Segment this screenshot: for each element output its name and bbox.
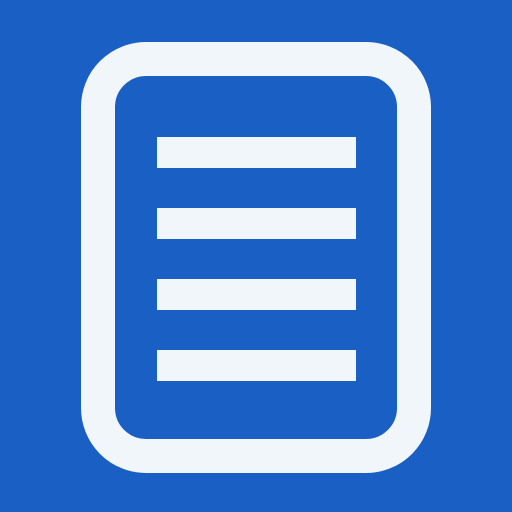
document-line <box>157 279 356 310</box>
document-outline <box>81 42 431 473</box>
document-lines <box>157 137 356 381</box>
document-line <box>157 137 356 168</box>
document-line <box>157 350 356 381</box>
document-icon <box>81 42 431 473</box>
document-line <box>157 208 356 239</box>
app-icon-background <box>0 0 512 512</box>
